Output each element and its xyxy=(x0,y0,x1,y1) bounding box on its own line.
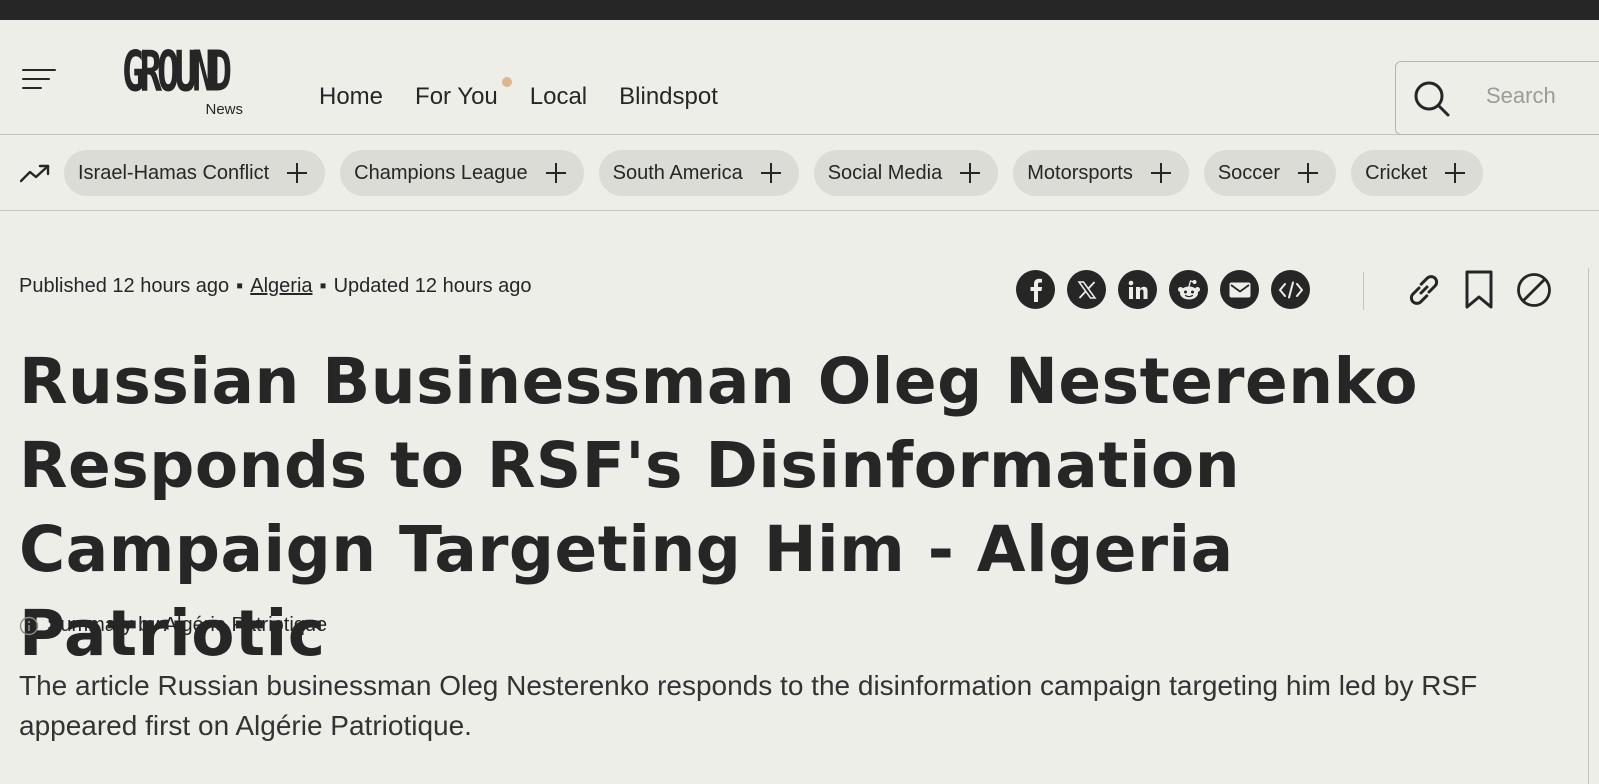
topic-chip[interactable]: Soccer xyxy=(1203,150,1337,196)
browser-top-bar xyxy=(0,0,1599,20)
article-meta: Published 12 hours ago ▪ Algeria ▪ Updat… xyxy=(19,275,532,298)
bookmark-button[interactable] xyxy=(1460,268,1498,312)
location-link[interactable]: Algeria xyxy=(250,275,312,298)
embed-share-button[interactable] xyxy=(1271,270,1310,309)
toolbar-divider xyxy=(1363,272,1364,310)
menu-icon-line-1 xyxy=(22,69,56,71)
menu-icon-line-3 xyxy=(22,87,42,89)
nav-home[interactable]: Home xyxy=(319,83,383,111)
notification-dot xyxy=(501,77,512,87)
facebook-icon xyxy=(1030,278,1042,302)
topic-chip[interactable]: Motorsports xyxy=(1013,150,1189,196)
ground-news-logo[interactable]: GROUND News xyxy=(122,44,247,119)
plus-icon[interactable] xyxy=(287,163,308,183)
meta-separator: ▪ xyxy=(236,275,244,297)
embed-icon xyxy=(1278,281,1303,298)
sidebar-border xyxy=(1588,268,1589,784)
topic-chip-label: Cricket xyxy=(1365,161,1428,184)
share-buttons xyxy=(1016,270,1310,309)
topic-chips: Israel-Hamas Conflict Champions League S… xyxy=(64,150,1484,196)
nav-blindspot[interactable]: Blindspot xyxy=(619,83,718,111)
block-icon xyxy=(1517,273,1551,307)
meta-separator: ▪ xyxy=(319,275,327,297)
menu-button[interactable] xyxy=(22,67,56,91)
article-summary: The article Russian businessman Oleg Nes… xyxy=(19,670,1478,741)
email-icon xyxy=(1229,282,1250,297)
block-source-button[interactable] xyxy=(1515,268,1553,312)
article-tools xyxy=(1405,268,1553,312)
reddit-share-button[interactable] xyxy=(1169,270,1208,309)
logo-subtitle: News xyxy=(205,101,243,118)
topic-chip[interactable]: South America xyxy=(598,150,799,196)
menu-icon-line-2 xyxy=(22,78,50,80)
topic-chip-label: Social Media xyxy=(827,161,943,184)
topic-chip[interactable]: Israel-Hamas Conflict xyxy=(64,150,326,196)
logo-wordmark: GROUND xyxy=(122,39,232,105)
summary-source: Summary by Algérie Patriotique xyxy=(47,614,328,636)
search-box[interactable] xyxy=(1395,61,1599,135)
bookmark-icon xyxy=(1465,270,1493,309)
topic-chip-label: Champions League xyxy=(354,161,528,184)
facebook-share-button[interactable] xyxy=(1016,270,1055,309)
nav-for-you-label: For You xyxy=(415,83,498,110)
plus-icon[interactable] xyxy=(960,163,981,183)
trending-topics-bar: Israel-Hamas Conflict Champions League S… xyxy=(0,135,1599,211)
topic-chip-label: Motorsports xyxy=(1027,161,1133,184)
x-share-button[interactable] xyxy=(1067,270,1106,309)
linkedin-share-button[interactable] xyxy=(1118,270,1157,309)
trending-icon xyxy=(20,164,50,183)
summary-attribution: Summary by Algérie Patriotique xyxy=(19,614,327,637)
search-input[interactable] xyxy=(1486,83,1596,109)
info-icon[interactable] xyxy=(19,616,39,636)
linkedin-icon xyxy=(1128,280,1147,299)
topic-chip[interactable]: Cricket xyxy=(1351,150,1484,196)
main-nav: Home For You Local Blindspot xyxy=(319,77,718,111)
plus-icon[interactable] xyxy=(1150,163,1171,183)
topic-chip-label: South America xyxy=(612,161,743,184)
search-icon[interactable] xyxy=(1412,79,1452,119)
nav-local[interactable]: Local xyxy=(530,83,587,111)
copy-link-button[interactable] xyxy=(1405,268,1443,312)
plus-icon[interactable] xyxy=(760,163,781,183)
nav-for-you[interactable]: For You xyxy=(415,77,512,111)
x-icon xyxy=(1077,280,1096,299)
topic-chip[interactable]: Champions League xyxy=(340,150,584,196)
topic-chip[interactable]: Social Media xyxy=(813,150,999,196)
plus-icon[interactable] xyxy=(1298,163,1319,183)
plus-icon[interactable] xyxy=(545,163,566,183)
updated-time: Updated 12 hours ago xyxy=(333,275,532,297)
site-header: GROUND News Home For You Local Blindspot xyxy=(0,20,1599,135)
reddit-icon xyxy=(1177,279,1200,299)
link-icon xyxy=(1409,275,1439,305)
plus-icon[interactable] xyxy=(1445,163,1466,183)
topic-chip-label: Soccer xyxy=(1217,161,1281,184)
published-time: Published 12 hours ago xyxy=(19,275,230,297)
email-share-button[interactable] xyxy=(1220,270,1259,309)
topic-chip-label: Israel-Hamas Conflict xyxy=(78,161,270,184)
